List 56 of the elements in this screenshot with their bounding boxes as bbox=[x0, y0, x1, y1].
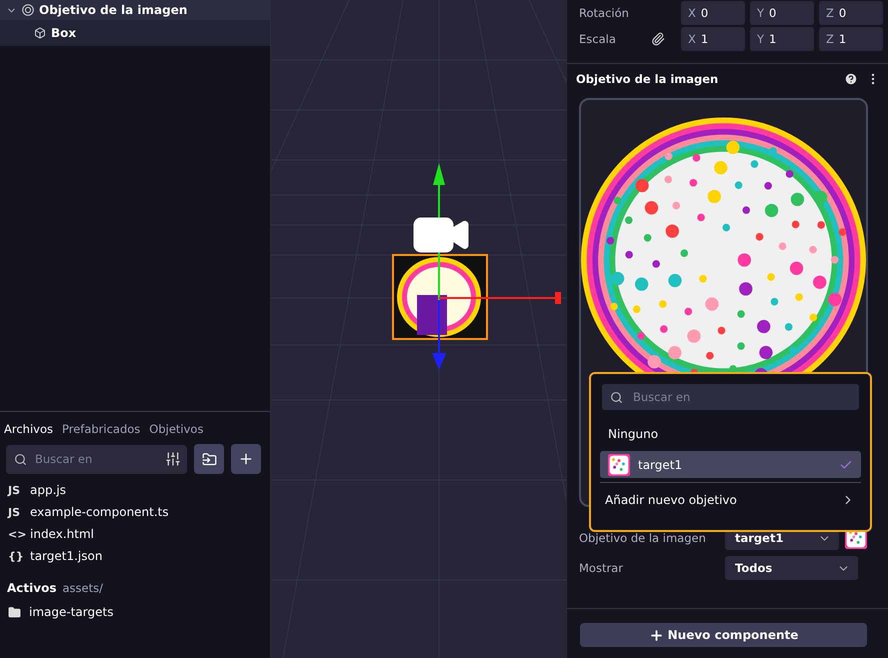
file-name: example-component.ts bbox=[30, 505, 169, 519]
section-title: Objetivo de la imagen bbox=[576, 72, 720, 86]
property-label: Mostrar bbox=[579, 561, 624, 575]
link-icon[interactable] bbox=[651, 32, 665, 46]
file-item[interactable]: JS example-component.ts bbox=[4, 501, 264, 523]
assets-path: assets/ bbox=[62, 581, 103, 595]
number-field[interactable]: Z 1 bbox=[819, 27, 883, 51]
panel-tab[interactable]: Archivos bbox=[4, 422, 53, 436]
hierarchy-item[interactable]: Objetivo de la imagen bbox=[0, 0, 270, 20]
folder-item[interactable]: image-targets bbox=[4, 601, 264, 623]
dropdown-option[interactable]: Ninguno bbox=[600, 420, 861, 447]
hierarchy-item[interactable]: Box bbox=[0, 20, 270, 46]
file-name: index.html bbox=[30, 527, 94, 541]
plus-icon bbox=[648, 628, 664, 642]
folder-arrow-icon bbox=[202, 452, 216, 466]
dropdown-option[interactable]: target1 bbox=[600, 451, 861, 478]
number-field[interactable]: X 1 bbox=[681, 27, 745, 51]
file-name: app.js bbox=[30, 483, 66, 497]
search-input[interactable]: Buscar en bbox=[631, 389, 851, 405]
property-label: Objetivo de la imagen bbox=[579, 531, 707, 545]
number-field[interactable]: Y 0 bbox=[750, 1, 814, 25]
panel-tab[interactable]: Objetivos bbox=[149, 422, 204, 436]
file-type-label: {} bbox=[8, 550, 22, 562]
search-input[interactable]: Buscar en bbox=[33, 451, 159, 467]
new-component-button[interactable]: Nuevo componente bbox=[580, 623, 867, 647]
cube-icon bbox=[34, 27, 46, 39]
search-icon bbox=[14, 452, 27, 466]
target-icon bbox=[22, 4, 34, 16]
add-button[interactable] bbox=[231, 444, 261, 474]
hierarchy-label: Box bbox=[51, 26, 76, 40]
search-field[interactable]: Buscar en bbox=[6, 444, 187, 474]
assets-title: Activos bbox=[7, 581, 56, 595]
file-name: target1.json bbox=[30, 549, 102, 563]
file-type-label: JS bbox=[8, 506, 22, 518]
import-button[interactable] bbox=[194, 444, 224, 474]
property-label: Escala bbox=[579, 32, 617, 46]
folder-icon bbox=[8, 606, 21, 618]
file-type-label: JS bbox=[8, 484, 22, 496]
sliders-icon[interactable] bbox=[165, 451, 181, 467]
number-field[interactable]: Z 0 bbox=[819, 1, 883, 25]
target-thumbnail bbox=[608, 454, 630, 476]
add-target-item[interactable]: Añadir nuevo objetivo bbox=[600, 493, 861, 507]
file-item[interactable]: {} target1.json bbox=[4, 545, 264, 567]
hierarchy-label: Objetivo de la imagen bbox=[39, 3, 188, 17]
panel-tab[interactable]: Prefabricados bbox=[62, 422, 140, 436]
folder-name: image-targets bbox=[29, 605, 114, 619]
number-field[interactable]: Y 1 bbox=[750, 27, 814, 51]
plus-icon bbox=[238, 451, 254, 467]
help-icon[interactable] bbox=[844, 72, 858, 86]
number-field[interactable]: X 0 bbox=[681, 1, 745, 25]
search-field[interactable]: Buscar en bbox=[602, 384, 859, 410]
property-label: Rotación bbox=[579, 6, 630, 20]
file-item[interactable]: JS app.js bbox=[4, 479, 264, 501]
select-field[interactable]: Todos bbox=[725, 556, 858, 580]
file-item[interactable]: <> index.html bbox=[4, 523, 264, 545]
search-icon bbox=[610, 390, 623, 404]
